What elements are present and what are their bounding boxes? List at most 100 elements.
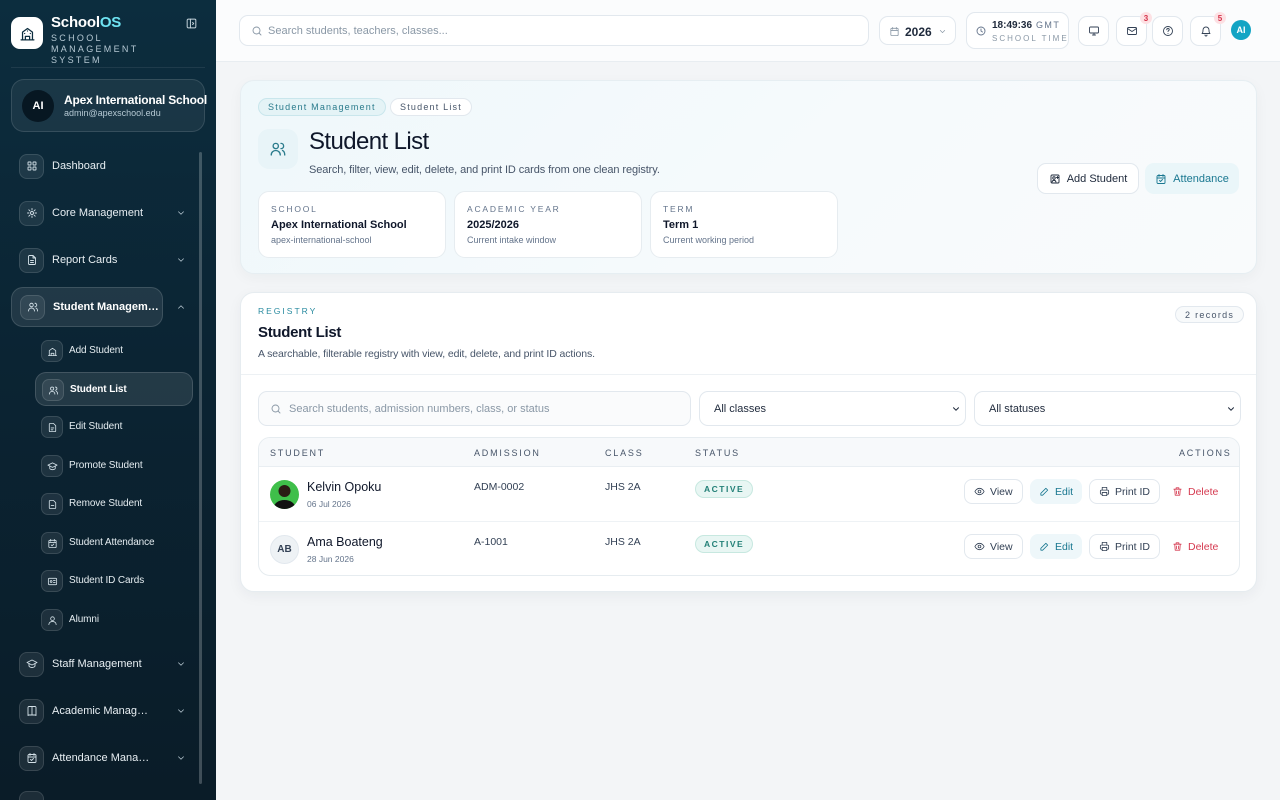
sidebar-item-staff-management[interactable]: Staff Management: [11, 644, 195, 684]
sidebar-item-dashboard[interactable]: Dashboard: [11, 146, 195, 186]
display-button[interactable]: [1078, 16, 1109, 46]
view-label: View: [990, 540, 1013, 553]
sidebar-subitem-remove-student[interactable]: Remove Student: [35, 487, 193, 521]
student-name: Kelvin Opoku: [307, 480, 382, 494]
student-date: 28 Jun 2026: [307, 554, 354, 564]
breadcrumb-student-management[interactable]: Student Management: [258, 98, 386, 116]
notification-badge: 5: [1214, 12, 1226, 24]
student-search: [258, 391, 691, 426]
status-filter-value: All statuses: [989, 403, 1046, 415]
printer-icon: [1099, 541, 1110, 552]
sidebar-subitem-student-attendance[interactable]: Student Attendance: [35, 526, 193, 560]
delete-button[interactable]: Delete: [1163, 534, 1227, 559]
attendance-button[interactable]: Attendance: [1145, 163, 1239, 194]
book-icon: [19, 698, 44, 724]
notifications-button[interactable]: 5: [1190, 12, 1226, 46]
global-search: [239, 15, 869, 46]
chevron-down-icon: [176, 255, 186, 265]
edit-label: Edit: [1055, 540, 1074, 553]
add-user-icon: [1050, 174, 1060, 183]
column-header-student: STUDENT: [270, 448, 326, 458]
sidebar-subitem-alumni[interactable]: Alumni: [35, 603, 193, 637]
student-search-input[interactable]: [289, 392, 684, 425]
sidebar-scrollbar[interactable]: [199, 152, 202, 784]
column-header-status: STATUS: [695, 448, 740, 458]
students-table: STUDENT ADMISSION CLASS STATUS ACTIONS K…: [258, 437, 1240, 576]
school-clock: 18:49:36 GMT SCHOOL TIME: [966, 12, 1069, 49]
records-count-badge: 2 records: [1175, 306, 1245, 323]
term-card: TERM Term 1 Current working period: [650, 191, 838, 258]
calendar-check-icon: [19, 745, 44, 771]
status-filter-select[interactable]: All statuses: [974, 391, 1241, 426]
add-student-button[interactable]: Add Student: [1037, 163, 1139, 194]
sidebar-item-report-cards[interactable]: Report Cards: [11, 240, 195, 280]
clock-time: 18:49:36 GMT: [992, 20, 1061, 31]
student-name: Ama Boateng: [307, 535, 383, 549]
edit-label: Edit: [1055, 485, 1074, 498]
table-row: Kelvin Opoku 06 Jul 2026 ADM-0002 JHS 2A…: [259, 467, 1239, 522]
sidebar-subitem-label: Add Student: [69, 345, 123, 356]
user-avatar[interactable]: AI: [1231, 20, 1251, 40]
add-student-label: Add Student: [1066, 172, 1128, 185]
help-button[interactable]: [1152, 16, 1183, 46]
edit-button[interactable]: Edit: [1030, 534, 1083, 559]
admission-number: A-1001: [474, 536, 508, 548]
sidebar-subitem-promote-student[interactable]: Promote Student: [35, 449, 193, 483]
student-photo: [270, 480, 299, 509]
sidebar-subitem-label: Student Attendance: [69, 537, 155, 548]
sidebar-subitem-student-list[interactable]: Student List: [35, 372, 193, 406]
year-selector[interactable]: 2026: [879, 16, 956, 45]
sidebar-item-label: Dashboard: [52, 160, 106, 172]
edit-button[interactable]: Edit: [1030, 479, 1083, 504]
view-button[interactable]: View: [964, 534, 1023, 559]
document-edit-icon: [41, 416, 63, 438]
sidebar-item-attendance-management[interactable]: Attendance Management: [11, 738, 195, 778]
sidebar-subitem-student-id-cards[interactable]: Student ID Cards: [35, 564, 193, 598]
registry-eyebrow: REGISTRY: [258, 306, 318, 316]
graduation-cap-icon: [41, 455, 63, 477]
student-avatar: AB: [270, 535, 299, 564]
sidebar-item-label: Student Management: [53, 301, 163, 313]
view-label: View: [990, 485, 1013, 498]
class-filter-select[interactable]: All classes: [699, 391, 966, 426]
delete-label: Delete: [1188, 540, 1219, 553]
messages-button[interactable]: 3: [1116, 12, 1152, 46]
sidebar-item-academic-management[interactable]: Academic Management: [11, 691, 195, 731]
info-sub: Current working period: [663, 235, 755, 245]
printer-icon: [1099, 486, 1110, 497]
view-button[interactable]: View: [964, 479, 1023, 504]
student-date: 06 Jul 2026: [307, 499, 351, 509]
page-subtitle: Search, filter, view, edit, delete, and …: [309, 164, 660, 176]
sidebar: SchoolOS SCHOOL MANAGEMENT SYSTEM AI Ape…: [0, 0, 216, 800]
grid-icon: [19, 153, 44, 179]
trash-icon: [1173, 542, 1182, 551]
delete-button[interactable]: Delete: [1163, 479, 1227, 504]
sidebar-subitem-add-student[interactable]: Add Student: [35, 334, 193, 368]
sidebar-subitem-label: Promote Student: [69, 460, 143, 471]
admission-number: ADM-0002: [474, 481, 525, 493]
registry-subtitle: A searchable, filterable registry with v…: [258, 348, 595, 360]
info-value: 2025/2026: [467, 219, 519, 231]
mail-icon: [1126, 27, 1137, 35]
clock-label: SCHOOL TIME: [992, 34, 1069, 43]
print-id-button[interactable]: Print ID: [1089, 534, 1161, 559]
sidebar-item-student-management[interactable]: Student Management: [11, 287, 163, 327]
column-header-actions: ACTIONS: [1179, 448, 1232, 458]
calendar-icon: [890, 26, 899, 37]
info-sub: apex-international-school: [271, 235, 372, 245]
search-icon: [271, 404, 281, 414]
sidebar-subitem-edit-student[interactable]: Edit Student: [35, 410, 193, 444]
student-class: JHS 2A: [605, 536, 641, 548]
column-header-class: CLASS: [605, 448, 644, 458]
global-search-input[interactable]: [268, 16, 858, 45]
sidebar-subitem-label: Edit Student: [69, 421, 123, 432]
print-id-button[interactable]: Print ID: [1089, 479, 1161, 504]
eye-icon: [974, 487, 985, 496]
student-class: JHS 2A: [605, 481, 641, 493]
student-registry-card: REGISTRY Student List A searchable, filt…: [240, 292, 1257, 592]
sidebar-item-core-management[interactable]: Core Management: [11, 193, 195, 233]
trash-icon: [1173, 487, 1182, 496]
chevron-up-icon[interactable]: [176, 302, 186, 312]
mail-badge: 3: [1140, 12, 1152, 24]
year-value: 2026: [905, 25, 932, 39]
